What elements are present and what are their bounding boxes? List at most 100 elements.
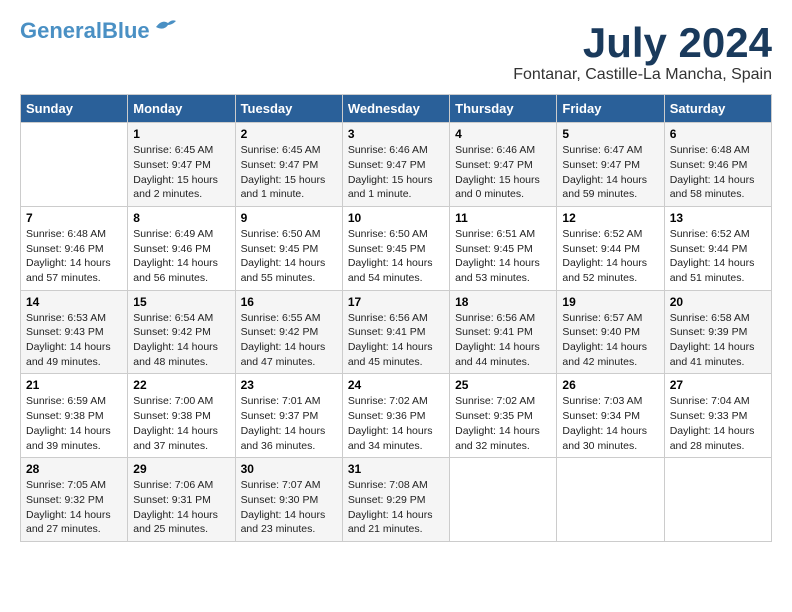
day-info: Sunrise: 6:46 AM Sunset: 9:47 PM Dayligh…	[455, 143, 551, 202]
day-info: Sunrise: 7:08 AM Sunset: 9:29 PM Dayligh…	[348, 478, 444, 537]
day-info: Sunrise: 6:53 AM Sunset: 9:43 PM Dayligh…	[26, 311, 122, 370]
calendar-header-thursday: Thursday	[450, 95, 557, 123]
calendar-week-row: 21 Sunrise: 6:59 AM Sunset: 9:38 PM Dayli…	[21, 374, 772, 458]
day-number: 15	[133, 295, 229, 309]
day-number: 30	[241, 462, 337, 476]
day-number: 13	[670, 211, 766, 225]
calendar-cell: 16 Sunrise: 6:55 AM Sunset: 9:42 PM Dayli…	[235, 290, 342, 374]
location: Fontanar, Castille-La Mancha, Spain	[513, 66, 772, 84]
day-info: Sunrise: 7:04 AM Sunset: 9:33 PM Dayligh…	[670, 394, 766, 453]
day-number: 8	[133, 211, 229, 225]
day-number: 19	[562, 295, 658, 309]
day-info: Sunrise: 6:45 AM Sunset: 9:47 PM Dayligh…	[133, 143, 229, 202]
day-info: Sunrise: 7:01 AM Sunset: 9:37 PM Dayligh…	[241, 394, 337, 453]
calendar-cell: 26 Sunrise: 7:03 AM Sunset: 9:34 PM Dayli…	[557, 374, 664, 458]
day-info: Sunrise: 6:52 AM Sunset: 9:44 PM Dayligh…	[562, 227, 658, 286]
calendar-cell: 1 Sunrise: 6:45 AM Sunset: 9:47 PM Daylig…	[128, 123, 235, 207]
day-info: Sunrise: 7:00 AM Sunset: 9:38 PM Dayligh…	[133, 394, 229, 453]
day-info: Sunrise: 7:02 AM Sunset: 9:35 PM Dayligh…	[455, 394, 551, 453]
day-number: 6	[670, 127, 766, 141]
calendar-cell: 5 Sunrise: 6:47 AM Sunset: 9:47 PM Daylig…	[557, 123, 664, 207]
calendar-cell: 25 Sunrise: 7:02 AM Sunset: 9:35 PM Dayli…	[450, 374, 557, 458]
title-block: July 2024 Fontanar, Castille-La Mancha, …	[513, 20, 772, 84]
logo-text: GeneralBlue	[20, 20, 150, 42]
calendar-week-row: 28 Sunrise: 7:05 AM Sunset: 9:32 PM Dayli…	[21, 458, 772, 542]
calendar-cell: 18 Sunrise: 6:56 AM Sunset: 9:41 PM Dayli…	[450, 290, 557, 374]
day-number: 28	[26, 462, 122, 476]
calendar-cell: 10Sunrise: 6:50 AM Sunset: 9:45 PM Dayli…	[342, 206, 449, 290]
day-number: 9	[241, 211, 337, 225]
day-info: Sunrise: 6:48 AM Sunset: 9:46 PM Dayligh…	[670, 143, 766, 202]
day-number: 25	[455, 378, 551, 392]
calendar-cell: 30 Sunrise: 7:07 AM Sunset: 9:30 PM Dayli…	[235, 458, 342, 542]
day-number: 31	[348, 462, 444, 476]
day-number: 27	[670, 378, 766, 392]
day-number: 12	[562, 211, 658, 225]
day-info: Sunrise: 6:59 AM Sunset: 9:38 PM Dayligh…	[26, 394, 122, 453]
calendar-cell: 14 Sunrise: 6:53 AM Sunset: 9:43 PM Dayli…	[21, 290, 128, 374]
day-number: 5	[562, 127, 658, 141]
calendar-table: SundayMondayTuesdayWednesdayThursdayFrid…	[20, 94, 772, 542]
calendar-header-tuesday: Tuesday	[235, 95, 342, 123]
calendar-week-row: 1 Sunrise: 6:45 AM Sunset: 9:47 PM Daylig…	[21, 123, 772, 207]
day-number: 11	[455, 211, 551, 225]
calendar-cell: 8 Sunrise: 6:49 AM Sunset: 9:46 PM Daylig…	[128, 206, 235, 290]
calendar-cell	[664, 458, 771, 542]
day-info: Sunrise: 7:07 AM Sunset: 9:30 PM Dayligh…	[241, 478, 337, 537]
day-number: 21	[26, 378, 122, 392]
day-info: Sunrise: 7:02 AM Sunset: 9:36 PM Dayligh…	[348, 394, 444, 453]
day-info: Sunrise: 6:51 AM Sunset: 9:45 PM Dayligh…	[455, 227, 551, 286]
day-number: 22	[133, 378, 229, 392]
calendar-cell: 9Sunrise: 6:50 AM Sunset: 9:45 PM Daylig…	[235, 206, 342, 290]
day-info: Sunrise: 7:03 AM Sunset: 9:34 PM Dayligh…	[562, 394, 658, 453]
calendar-cell: 7 Sunrise: 6:48 AM Sunset: 9:46 PM Daylig…	[21, 206, 128, 290]
calendar-cell	[450, 458, 557, 542]
day-number: 20	[670, 295, 766, 309]
day-info: Sunrise: 6:56 AM Sunset: 9:41 PM Dayligh…	[348, 311, 444, 370]
day-number: 26	[562, 378, 658, 392]
day-info: Sunrise: 6:46 AM Sunset: 9:47 PM Dayligh…	[348, 143, 444, 202]
day-number: 29	[133, 462, 229, 476]
calendar-header-friday: Friday	[557, 95, 664, 123]
calendar-cell: 6 Sunrise: 6:48 AM Sunset: 9:46 PM Daylig…	[664, 123, 771, 207]
day-number: 17	[348, 295, 444, 309]
logo: GeneralBlue	[20, 20, 176, 42]
day-info: Sunrise: 6:56 AM Sunset: 9:41 PM Dayligh…	[455, 311, 551, 370]
day-info: Sunrise: 6:55 AM Sunset: 9:42 PM Dayligh…	[241, 311, 337, 370]
calendar-header-saturday: Saturday	[664, 95, 771, 123]
calendar-cell: 19 Sunrise: 6:57 AM Sunset: 9:40 PM Dayli…	[557, 290, 664, 374]
day-number: 4	[455, 127, 551, 141]
calendar-week-row: 7 Sunrise: 6:48 AM Sunset: 9:46 PM Daylig…	[21, 206, 772, 290]
calendar-week-row: 14 Sunrise: 6:53 AM Sunset: 9:43 PM Dayli…	[21, 290, 772, 374]
day-number: 18	[455, 295, 551, 309]
day-info: Sunrise: 6:47 AM Sunset: 9:47 PM Dayligh…	[562, 143, 658, 202]
calendar-header-monday: Monday	[128, 95, 235, 123]
day-number: 3	[348, 127, 444, 141]
day-info: Sunrise: 6:48 AM Sunset: 9:46 PM Dayligh…	[26, 227, 122, 286]
calendar-cell: 22 Sunrise: 7:00 AM Sunset: 9:38 PM Dayli…	[128, 374, 235, 458]
day-info: Sunrise: 6:49 AM Sunset: 9:46 PM Dayligh…	[133, 227, 229, 286]
day-info: Sunrise: 6:45 AM Sunset: 9:47 PM Dayligh…	[241, 143, 337, 202]
day-info: Sunrise: 6:57 AM Sunset: 9:40 PM Dayligh…	[562, 311, 658, 370]
day-info: Sunrise: 6:50 AM Sunset: 9:45 PM Dayligh…	[348, 227, 444, 286]
calendar-cell: 4 Sunrise: 6:46 AM Sunset: 9:47 PM Daylig…	[450, 123, 557, 207]
page-header: GeneralBlue July 2024 Fontanar, Castille…	[20, 20, 772, 84]
day-number: 16	[241, 295, 337, 309]
day-info: Sunrise: 7:06 AM Sunset: 9:31 PM Dayligh…	[133, 478, 229, 537]
calendar-cell: 28 Sunrise: 7:05 AM Sunset: 9:32 PM Dayli…	[21, 458, 128, 542]
calendar-cell: 11 Sunrise: 6:51 AM Sunset: 9:45 PM Dayli…	[450, 206, 557, 290]
day-number: 23	[241, 378, 337, 392]
calendar-header-sunday: Sunday	[21, 95, 128, 123]
day-number: 14	[26, 295, 122, 309]
month-title: July 2024	[513, 20, 772, 66]
day-number: 7	[26, 211, 122, 225]
calendar-cell: 27 Sunrise: 7:04 AM Sunset: 9:33 PM Dayli…	[664, 374, 771, 458]
day-number: 1	[133, 127, 229, 141]
day-info: Sunrise: 7:05 AM Sunset: 9:32 PM Dayligh…	[26, 478, 122, 537]
calendar-cell: 3 Sunrise: 6:46 AM Sunset: 9:47 PM Daylig…	[342, 123, 449, 207]
calendar-cell: 17 Sunrise: 6:56 AM Sunset: 9:41 PM Dayli…	[342, 290, 449, 374]
day-info: Sunrise: 6:52 AM Sunset: 9:44 PM Dayligh…	[670, 227, 766, 286]
day-number: 2	[241, 127, 337, 141]
logo-bird-icon	[154, 17, 176, 35]
calendar-cell	[557, 458, 664, 542]
